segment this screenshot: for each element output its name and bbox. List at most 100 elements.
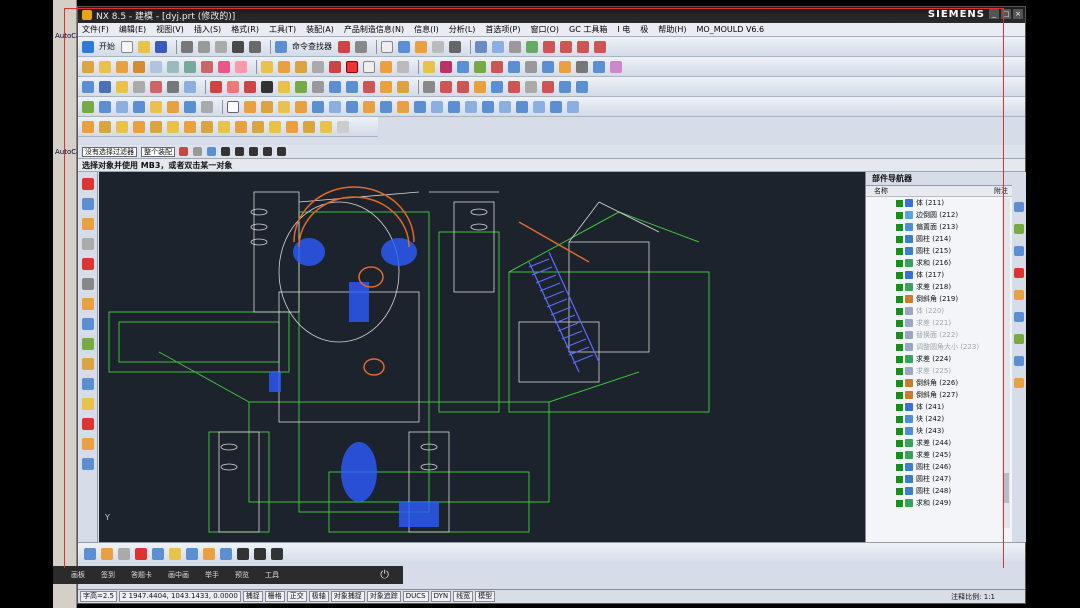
wireframe-icon[interactable] <box>432 40 444 53</box>
runner-icon[interactable] <box>320 120 332 133</box>
datum-axis-icon[interactable] <box>99 80 111 93</box>
model-toggle[interactable]: 模型 <box>475 591 496 602</box>
menu-view[interactable]: 视图(V) <box>156 24 184 35</box>
boss-icon[interactable] <box>150 60 162 73</box>
show-hide-icon[interactable] <box>492 40 504 53</box>
workpiece-icon[interactable] <box>133 120 145 133</box>
feature-checkbox[interactable] <box>896 283 903 291</box>
scale-body-icon[interactable] <box>397 100 409 113</box>
feature-node[interactable]: 体 (220) <box>866 305 1012 317</box>
face-blend-icon[interactable] <box>448 100 460 113</box>
overlay-tools[interactable]: 工具 <box>265 570 279 580</box>
start-button[interactable]: 开始 <box>99 41 115 52</box>
copy-icon[interactable] <box>198 40 210 53</box>
text-style-icon[interactable] <box>237 547 249 560</box>
menu-window[interactable]: 窗口(O) <box>530 24 559 35</box>
overlay-pip[interactable]: 画中画 <box>168 570 189 580</box>
unite-icon[interactable] <box>261 60 273 73</box>
wave-icon[interactable] <box>525 60 537 73</box>
feature-node[interactable]: 调整圆角大小 (223) <box>866 341 1012 353</box>
mould-base-icon[interactable] <box>218 120 230 133</box>
column-note-header[interactable]: 附注 <box>994 186 1008 196</box>
point-icon[interactable] <box>133 80 145 93</box>
split-body-icon[interactable] <box>329 60 341 73</box>
feature-checkbox[interactable] <box>896 439 903 447</box>
navigator-column-header[interactable]: 名称 附注 <box>866 186 1012 197</box>
history-icon[interactable] <box>81 298 94 310</box>
dock-roles-icon[interactable] <box>1014 202 1024 212</box>
feature-node[interactable]: 求和 (216) <box>866 257 1012 269</box>
revolve-icon[interactable] <box>116 60 128 73</box>
sphere-icon[interactable] <box>184 80 196 93</box>
select-icon[interactable] <box>338 40 350 53</box>
overlay-whiteboard[interactable]: 画板 <box>71 570 85 580</box>
feature-checkbox[interactable] <box>896 211 903 219</box>
new-file-icon[interactable] <box>121 40 133 53</box>
feature-node[interactable]: 求差 (224) <box>866 353 1012 365</box>
dock-palette-icon[interactable] <box>1014 268 1024 278</box>
sphere-primitive-icon[interactable] <box>295 100 307 113</box>
dock-wizard-icon[interactable] <box>1014 334 1024 344</box>
feature-node[interactable]: 圆柱 (246) <box>866 461 1012 473</box>
feature-checkbox[interactable] <box>896 319 903 327</box>
slot-icon[interactable] <box>329 100 341 113</box>
feature-node[interactable]: 倒斜角 (226) <box>866 377 1012 389</box>
folder-icon[interactable] <box>81 438 94 450</box>
trimetric-view-icon[interactable] <box>152 547 164 560</box>
menu-information[interactable]: 信息(I) <box>414 24 439 35</box>
text-icon[interactable] <box>593 60 605 73</box>
rectangle-select-icon[interactable] <box>207 147 216 156</box>
menu-file[interactable]: 文件(F) <box>82 24 109 35</box>
snap-midpoint-icon[interactable] <box>235 147 244 156</box>
open-folder-icon[interactable] <box>138 40 150 53</box>
constraint-navigator-icon[interactable] <box>81 198 94 210</box>
studio-surface-icon[interactable] <box>491 80 503 93</box>
dart-icon[interactable] <box>431 100 443 113</box>
menu-tools[interactable]: 工具(T) <box>269 24 296 35</box>
cone-icon[interactable] <box>278 100 290 113</box>
system-scenes-icon[interactable] <box>81 398 94 410</box>
polyline-icon[interactable] <box>210 80 222 93</box>
offset-curve-icon[interactable] <box>295 80 307 93</box>
overlay-preview[interactable]: 预览 <box>235 570 249 580</box>
feature-checkbox[interactable] <box>896 427 903 435</box>
feature-checkbox[interactable] <box>896 355 903 363</box>
feature-checkbox[interactable] <box>896 343 903 351</box>
clearance-icon[interactable] <box>576 60 588 73</box>
overlay-raise-hand[interactable]: 举手 <box>205 570 219 580</box>
make-coplanar-icon[interactable] <box>201 100 213 113</box>
pad-feature-icon[interactable] <box>567 100 579 113</box>
feature-checkbox[interactable] <box>896 235 903 243</box>
plane-icon[interactable] <box>167 80 179 93</box>
feature-checkbox[interactable] <box>896 295 903 303</box>
datum-plane-icon[interactable] <box>82 80 94 93</box>
feature-node[interactable]: 倒斜角 (227) <box>866 389 1012 401</box>
constraint-icon[interactable] <box>491 60 503 73</box>
feature-node[interactable]: 体 (241) <box>866 401 1012 413</box>
right-view-icon[interactable] <box>118 547 130 560</box>
menu-mould-wizard[interactable]: MO_MOULD V6.6 <box>697 25 765 34</box>
arc-icon[interactable] <box>560 40 572 53</box>
electrode-icon[interactable] <box>440 60 452 73</box>
palette-icon[interactable] <box>81 418 94 430</box>
delete-face-icon[interactable] <box>184 100 196 113</box>
overlay-signin[interactable]: 签到 <box>101 570 115 580</box>
top-view-icon[interactable] <box>84 547 96 560</box>
draft-icon[interactable] <box>363 60 375 73</box>
orient-view-icon[interactable] <box>398 40 410 53</box>
feature-node[interactable]: 边倒圆 (212) <box>866 209 1012 221</box>
n-sided-icon[interactable] <box>508 80 520 93</box>
menu-extreme[interactable]: 极 <box>640 24 648 35</box>
front-view-icon[interactable] <box>101 547 113 560</box>
pattern-icon[interactable] <box>380 60 392 73</box>
paste-icon[interactable] <box>215 40 227 53</box>
label-notch-icon[interactable] <box>533 100 545 113</box>
feature-checkbox[interactable] <box>896 415 903 423</box>
project-curve-icon[interactable] <box>312 80 324 93</box>
fit-view-icon[interactable] <box>381 40 393 53</box>
assembly-icon[interactable] <box>457 60 469 73</box>
divide-curve-icon[interactable] <box>397 80 409 93</box>
dock-history-icon[interactable] <box>1014 224 1024 234</box>
shrinkage-icon[interactable] <box>116 120 128 133</box>
feature-node[interactable]: 偏置面 (213) <box>866 221 1012 233</box>
